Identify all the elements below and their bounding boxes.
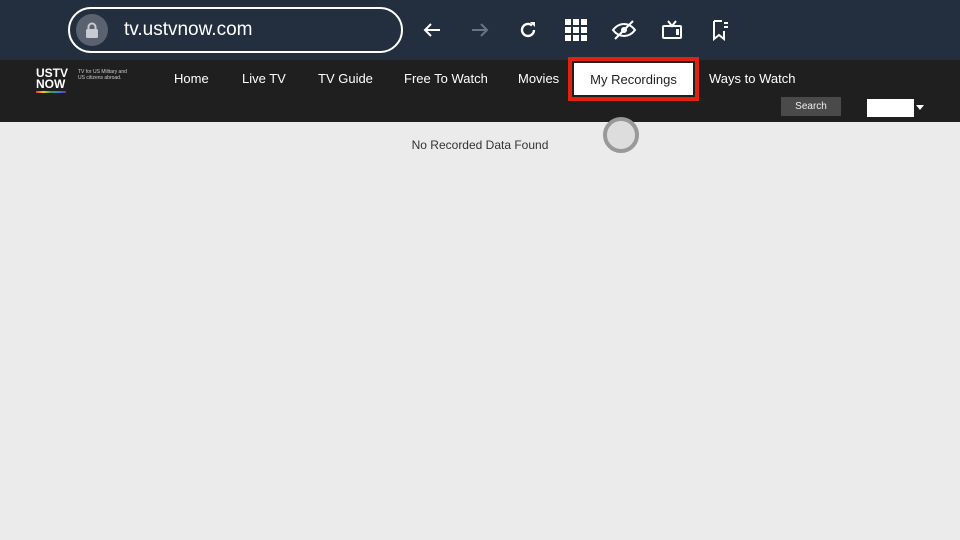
- profile-select[interactable]: [867, 99, 914, 117]
- nav-tv-guide[interactable]: TV Guide: [318, 71, 373, 86]
- forward-icon[interactable]: [466, 16, 494, 44]
- browser-toolbar: tv.ustvnow.com: [0, 0, 960, 60]
- tagline: TV for US Military and US citizens abroa…: [78, 69, 127, 81]
- logo-color-bar: [36, 91, 66, 93]
- apps-grid-icon[interactable]: [562, 16, 590, 44]
- nav-ways-to-watch[interactable]: Ways to Watch: [709, 71, 795, 86]
- nav-free-to-watch[interactable]: Free To Watch: [404, 71, 488, 86]
- tv-icon[interactable]: [658, 16, 686, 44]
- nav-my-recordings[interactable]: My Recordings: [574, 63, 693, 95]
- hide-icon[interactable]: [610, 16, 638, 44]
- nav-home[interactable]: Home: [174, 71, 209, 86]
- search-button[interactable]: Search: [781, 97, 841, 116]
- nav-movies[interactable]: Movies: [518, 71, 559, 86]
- ustvnow-logo[interactable]: USTV NOW: [36, 67, 68, 93]
- reload-icon[interactable]: [514, 16, 542, 44]
- logo-line2: NOW: [36, 77, 66, 91]
- back-icon[interactable]: [418, 16, 446, 44]
- lock-icon: [76, 14, 108, 46]
- address-bar[interactable]: tv.ustvnow.com: [68, 7, 403, 53]
- nav-live-tv[interactable]: Live TV: [242, 71, 286, 86]
- caret-down-icon[interactable]: [916, 105, 924, 110]
- loading-spinner-icon: [603, 117, 639, 153]
- url-text: tv.ustvnow.com: [124, 19, 253, 40]
- bookmark-icon[interactable]: [706, 16, 734, 44]
- empty-message: No Recorded Data Found: [411, 138, 549, 152]
